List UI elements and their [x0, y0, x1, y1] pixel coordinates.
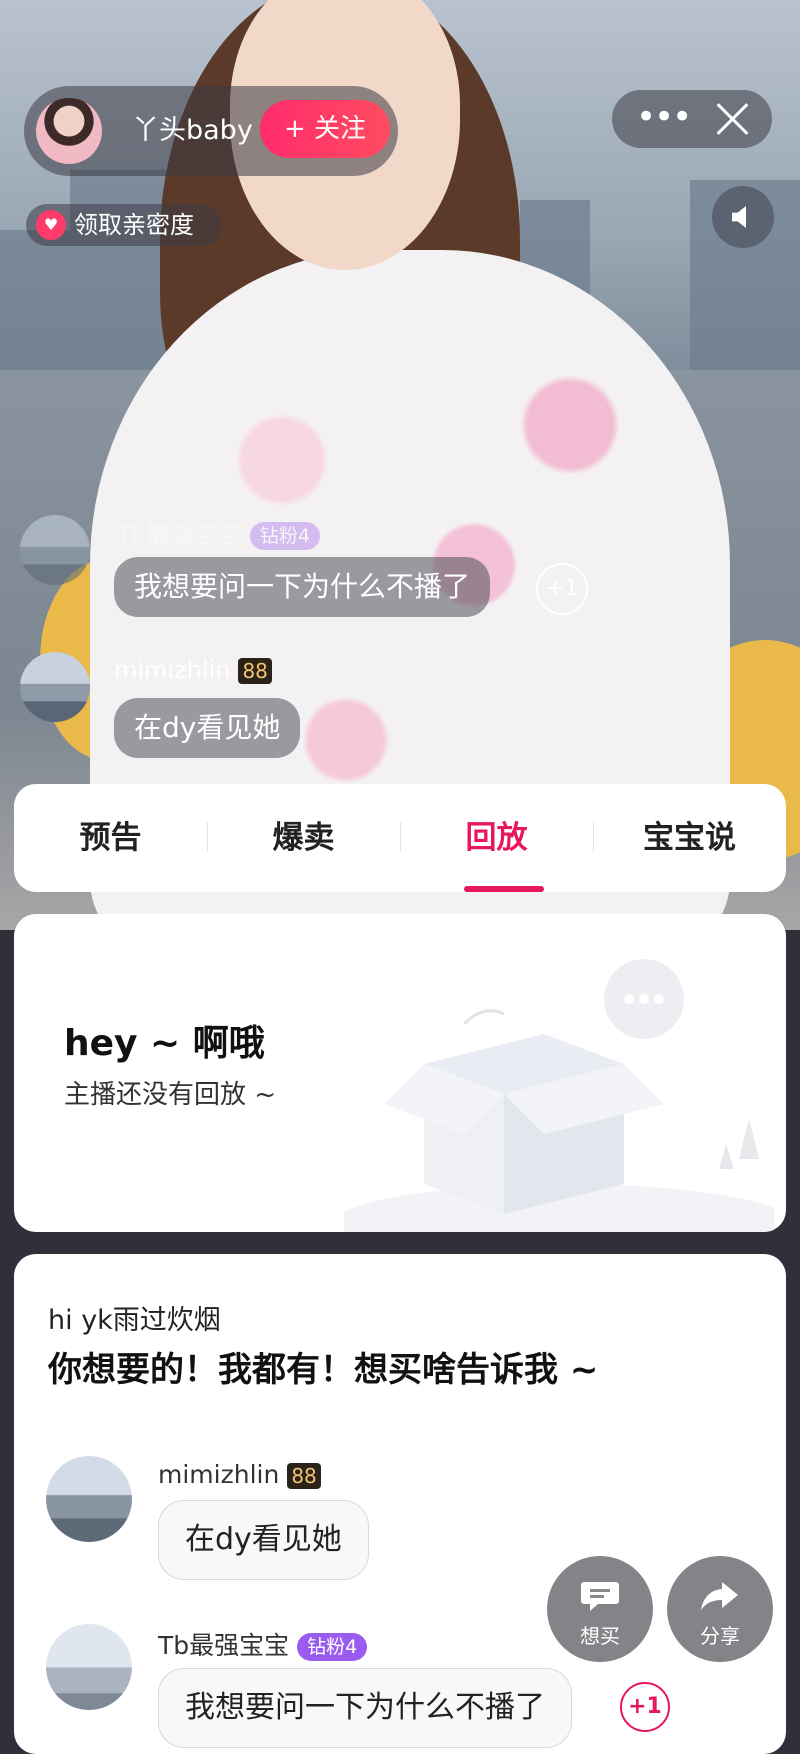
- want-buy-button[interactable]: 想买: [547, 1556, 653, 1662]
- intimacy-label: 领取亲密度: [74, 211, 194, 239]
- diamond-badge: 钻粉4: [297, 1633, 368, 1661]
- host-name: 丫头baby: [132, 115, 253, 146]
- close-icon[interactable]: [710, 96, 756, 142]
- plus-one-button[interactable]: +1: [536, 563, 588, 615]
- share-label: 分享: [700, 1624, 740, 1648]
- comment-username: Tb最强宝宝 钻粉4: [116, 515, 320, 550]
- heart-icon: ♥: [36, 210, 66, 240]
- tab-baby-says[interactable]: 宝宝说: [593, 784, 786, 892]
- comment-avatar: [20, 652, 90, 722]
- share-icon: [701, 1582, 738, 1610]
- tab-hot-sale[interactable]: 爆卖: [207, 784, 400, 892]
- more-icon[interactable]: •••: [636, 90, 692, 144]
- slogan-text: 你想要的！我都有！想买啥告诉我 ~: [48, 1350, 599, 1390]
- tab-bar: 预告 爆卖 回放 宝宝说: [14, 784, 786, 892]
- chat-username: mimizhlin 88: [158, 1460, 321, 1489]
- greeting-text: hi yk雨过炊烟: [48, 1305, 221, 1336]
- top-controls: •••: [612, 90, 772, 148]
- empty-title: hey ~ 啊哦: [64, 1023, 265, 1064]
- diamond-badge: 钻粉4: [249, 522, 320, 550]
- tab-preview[interactable]: 预告: [14, 784, 207, 892]
- host-info[interactable]: 丫头baby + 关注: [24, 86, 398, 176]
- speaker-icon[interactable]: [712, 186, 774, 248]
- comment-bubble: 我想要问一下为什么不播了: [114, 557, 491, 617]
- empty-subtitle: 主播还没有回放 ~: [64, 1080, 277, 1110]
- chat-bubble: 在dy看见她: [158, 1500, 369, 1580]
- comment-bubble: 在dy看见她: [114, 698, 301, 758]
- fan-level-badge: 88: [287, 1463, 321, 1489]
- chat-icon: [581, 1582, 619, 1611]
- chat-bubble: 我想要问一下为什么不播了: [158, 1668, 572, 1748]
- chat-avatar: [46, 1624, 132, 1710]
- chat-card: hi yk雨过炊烟 你想要的！我都有！想买啥告诉我 ~ mimizhlin 88 …: [14, 1254, 786, 1754]
- plus-one-button[interactable]: +1: [620, 1682, 670, 1732]
- comment-username: mimizhlin 88: [114, 656, 272, 684]
- chat-avatar: [46, 1456, 132, 1542]
- tab-replay[interactable]: 回放: [400, 784, 593, 892]
- want-buy-label: 想买: [580, 1624, 620, 1648]
- comment-avatar: [20, 515, 90, 585]
- chat-username: Tb最强宝宝 钻粉4: [158, 1626, 368, 1662]
- replay-empty-card: hey ~ 啊哦 主播还没有回放 ~: [14, 914, 786, 1232]
- empty-box-illustration: [344, 959, 774, 1232]
- follow-button[interactable]: + 关注: [260, 100, 390, 158]
- share-button[interactable]: 分享: [667, 1556, 773, 1662]
- fan-level-badge: 88: [238, 658, 272, 684]
- intimacy-button[interactable]: ♥ 领取亲密度: [26, 204, 222, 246]
- host-avatar[interactable]: [36, 98, 102, 164]
